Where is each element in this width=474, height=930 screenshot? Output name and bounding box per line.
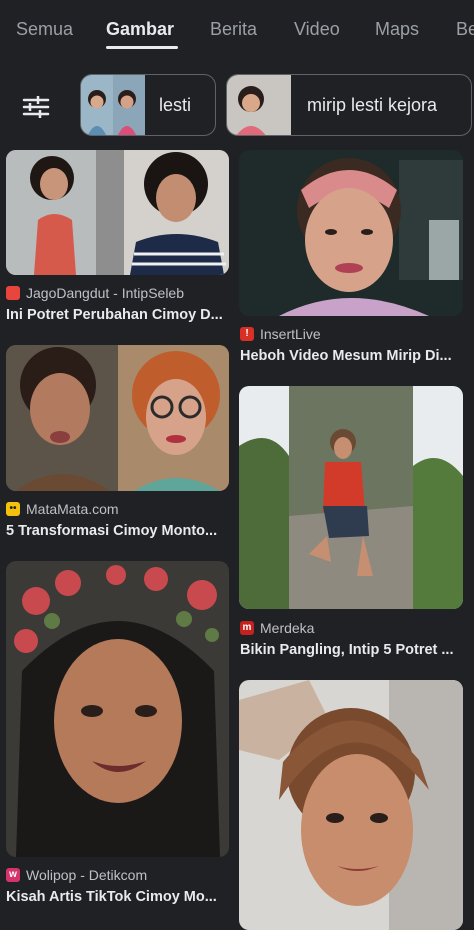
chip-lesti[interactable]: lesti [80,74,216,136]
result-image[interactable] [6,150,229,275]
site-favicon-icon: w [6,868,20,882]
search-tabs: Semua Gambar Berita Video Maps Be [0,0,474,60]
result-image[interactable] [239,680,463,930]
source-label: Wolipop - Detikcom [26,867,148,883]
result-source: m Merdeka [240,620,314,636]
result-title[interactable]: Ini Potret Perubahan Cimoy D... [6,307,229,323]
result-image[interactable] [6,561,229,857]
source-label: MataMata.com [26,501,119,517]
tab-maps[interactable]: Maps [375,19,419,40]
active-tab-indicator [106,46,178,49]
chip-label: lesti [159,95,192,115]
chip-thumbnail [227,75,291,135]
site-favicon-icon: m [240,621,254,635]
result-title[interactable]: Bikin Pangling, Intip 5 Potret ... [240,642,464,658]
result-title[interactable]: Heboh Video Mesum Mirip Di... [240,348,464,364]
filter-icon[interactable] [18,92,54,122]
site-favicon-icon: •• [6,502,20,516]
tab-more[interactable]: Be [456,19,474,40]
site-favicon-icon: ! [240,327,254,341]
result-source: JagoDangdut - IntipSeleb [6,285,184,301]
result-image[interactable] [239,386,463,609]
result-image[interactable] [6,345,229,491]
chip-label: mirip lesti kejora [307,95,438,115]
result-source: ! InsertLive [240,326,321,342]
result-source: •• MataMata.com [6,501,119,517]
tab-semua[interactable]: Semua [16,19,73,40]
result-source: w Wolipop - Detikcom [6,867,147,883]
tab-berita[interactable]: Berita [210,19,257,40]
tab-video[interactable]: Video [294,19,340,40]
site-favicon-icon [6,286,20,300]
chip-mirip-lesti-kejora[interactable]: mirip lesti kejora [226,74,472,136]
source-label: InsertLive [260,326,321,342]
chip-thumbnail [81,75,145,135]
source-label: Merdeka [260,620,315,636]
tab-gambar[interactable]: Gambar [106,19,174,40]
source-label: JagoDangdut - IntipSeleb [26,285,184,301]
result-title[interactable]: Kisah Artis TikTok Cimoy Mo... [6,889,229,905]
result-title[interactable]: 5 Transformasi Cimoy Monto... [6,523,229,539]
related-searches: lesti mirip lesti kejora [0,70,474,142]
result-image[interactable] [239,150,463,316]
